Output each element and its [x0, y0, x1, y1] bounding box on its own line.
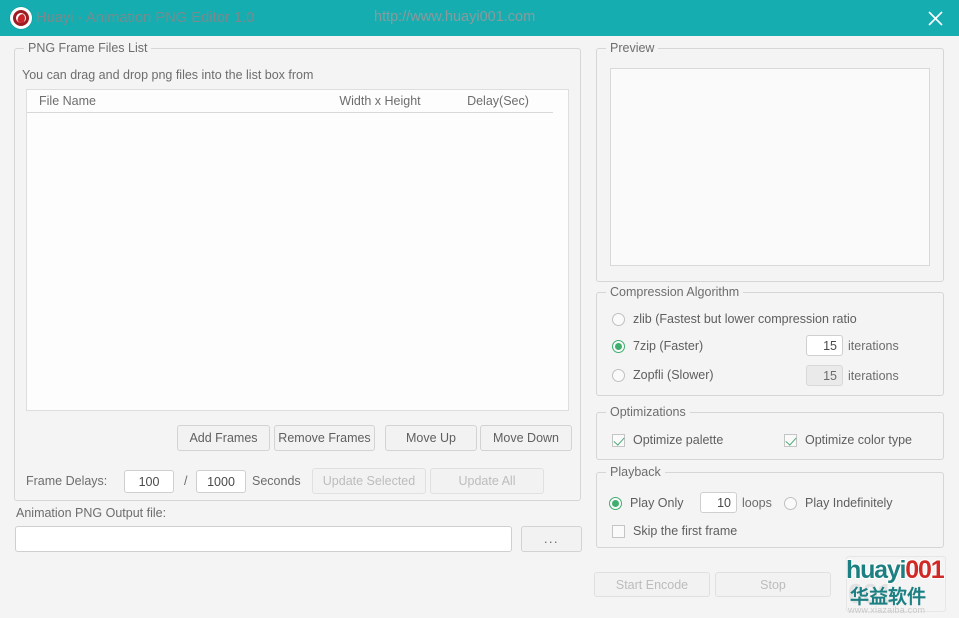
radio-icon-7zip [612, 339, 625, 353]
preview-canvas [610, 68, 930, 266]
huayi-logo-icon [10, 7, 32, 29]
optimizations-title: Optimizations [606, 405, 690, 419]
radio-label-play-only: Play Only [630, 496, 684, 510]
update-all-button[interactable]: Update All [430, 468, 544, 494]
checkbox-label-skip-first-frame: Skip the first frame [633, 524, 738, 538]
playback-title: Playback [606, 465, 665, 479]
checkmark-icon-optimize-color-type [784, 433, 797, 447]
iterations-zopfli-label: iterations [848, 369, 899, 383]
start-encode-button[interactable]: Start Encode [594, 572, 710, 597]
move-up-button[interactable]: Move Up [385, 425, 477, 451]
frame-files-listbox[interactable]: File Name Width x Height Delay(Sec) [26, 89, 569, 411]
preview-title: Preview [606, 41, 659, 55]
website-url-text: http://www.huayi001.com [374, 9, 536, 25]
close-icon[interactable] [911, 0, 959, 36]
seconds-unit-label: Seconds [252, 474, 301, 488]
radio-icon-zlib [612, 312, 625, 326]
checkbox-skip-first-frame[interactable]: Skip the first frame [612, 524, 737, 538]
checkbox-optimize-palette[interactable]: Optimize palette [612, 433, 723, 447]
frame-delays-label: Frame Delays: [26, 474, 108, 488]
column-header-file-name[interactable]: File Name [27, 90, 317, 113]
radio-icon-zopfli [612, 368, 625, 382]
iterations-zopfli-input[interactable] [806, 365, 843, 386]
radio-label-play-indefinitely: Play Indefinitely [805, 496, 893, 510]
stop-button[interactable]: Stop [715, 572, 831, 597]
radio-label-7zip: 7zip (Faster) [633, 339, 704, 353]
checkbox-label-optimize-color-type: Optimize color type [805, 433, 912, 447]
radio-icon-play-only [609, 496, 622, 510]
listbox-rows-area[interactable] [27, 113, 568, 410]
browse-output-button[interactable]: ... [521, 526, 582, 552]
radio-option-play-only[interactable]: Play Only [609, 496, 684, 510]
remove-frames-button[interactable]: Remove Frames [274, 425, 375, 451]
update-selected-button[interactable]: Update Selected [312, 468, 426, 494]
loops-unit-label: loops [742, 496, 772, 510]
radio-label-zopfli: Zopfli (Slower) [633, 368, 714, 382]
radio-option-7zip[interactable]: 7zip (Faster) [612, 339, 703, 353]
watermark-site-url: www.xiazaiba.com [848, 605, 926, 615]
checkbox-label-optimize-palette: Optimize palette [633, 433, 724, 447]
watermark-brand: huayi001 [846, 556, 946, 585]
watermark-logo: 001 huayi001 华益软件 www.xiazaiba.com [846, 556, 954, 616]
frame-delay-separator: / [184, 474, 188, 488]
column-header-width-height[interactable]: Width x Height [317, 90, 443, 113]
radio-option-zopfli[interactable]: Zopfli (Slower) [612, 368, 714, 382]
watermark-brand-a: huayi [846, 556, 908, 585]
checkmark-icon-optimize-palette [612, 433, 625, 447]
compression-algorithm-title: Compression Algorithm [606, 285, 744, 299]
move-down-button[interactable]: Move Down [480, 425, 572, 451]
iterations-7zip-label: iterations [848, 339, 899, 353]
title-bar: Huayi - Animation PNG Editor 1.0 http://… [0, 0, 959, 36]
add-frames-button[interactable]: Add Frames [177, 425, 270, 451]
window-title: Huayi - Animation PNG Editor 1.0 [36, 10, 255, 26]
frame-delay-numerator-input[interactable] [124, 470, 174, 493]
column-header-delay[interactable]: Delay(Sec) [443, 90, 553, 113]
column-header-spacer [553, 90, 568, 113]
radio-label-zlib: zlib (Fastest but lower compression rati… [633, 312, 857, 326]
radio-option-play-indefinitely[interactable]: Play Indefinitely [784, 496, 893, 510]
watermark-brand-b: 001 [904, 556, 945, 585]
radio-icon-play-indefinitely [784, 496, 797, 510]
drag-drop-hint-text: You can drag and drop png files into the… [22, 68, 314, 82]
png-frame-files-list-title: PNG Frame Files List [24, 41, 152, 55]
radio-option-zlib[interactable]: zlib (Fastest but lower compression rati… [612, 312, 857, 326]
output-file-label: Animation PNG Output file: [16, 506, 167, 520]
output-file-input[interactable] [15, 526, 512, 552]
iterations-7zip-input[interactable] [806, 335, 843, 356]
loops-count-input[interactable] [700, 492, 737, 513]
frame-delay-denominator-input[interactable] [196, 470, 246, 493]
listbox-header-row: File Name Width x Height Delay(Sec) [27, 90, 568, 113]
checkmark-icon-skip-first-frame [612, 524, 625, 538]
checkbox-optimize-color-type[interactable]: Optimize color type [784, 433, 912, 447]
